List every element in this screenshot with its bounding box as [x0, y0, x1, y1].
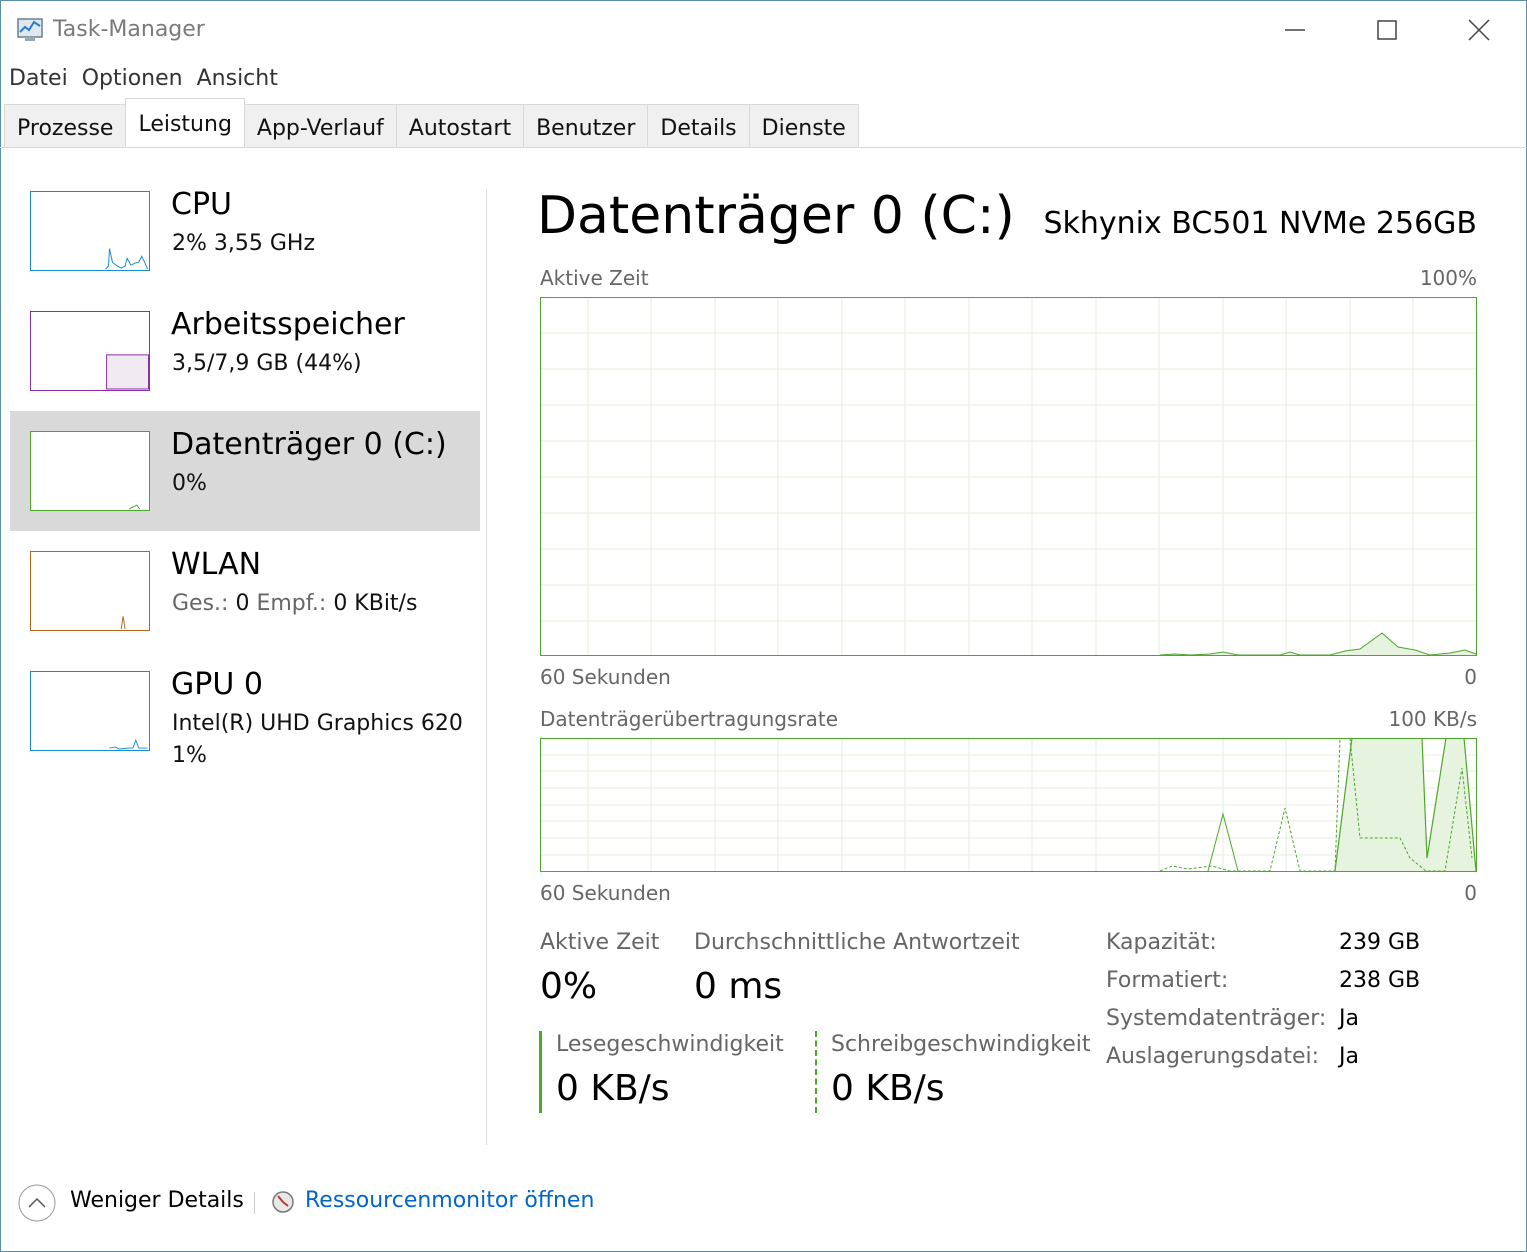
pagefile-value: Ja	[1339, 1044, 1359, 1069]
sidebar-item-value: 2% 3,55 GHz	[172, 231, 316, 256]
write-speed-value: 0 KB/s	[831, 1068, 945, 1109]
capacity-value: 239 GB	[1339, 930, 1421, 955]
memory-thumbnail-graph	[30, 311, 150, 391]
wlan-receive-label: Empf.:	[256, 591, 327, 616]
active-time-label: Aktive Zeit	[540, 930, 660, 955]
less-details-button[interactable]	[18, 1184, 56, 1222]
chart2-zero: 0	[1464, 881, 1477, 905]
pagefile-label: Auslagerungsdatei:	[1106, 1044, 1320, 1069]
chart1-zero: 0	[1464, 665, 1477, 689]
sidebar-item-value: Ges.: 0 Empf.: 0 KBit/s	[172, 591, 417, 616]
system-disk-value: Ja	[1339, 1006, 1359, 1031]
tab-leistung[interactable]: Leistung	[125, 98, 245, 147]
chart2-max: 100 KB/s	[1388, 707, 1477, 731]
page-title: Datenträger 0 (C:)	[537, 186, 1015, 246]
close-button[interactable]	[1433, 1, 1525, 59]
chart1-time-label: 60 Sekunden	[540, 665, 671, 689]
gauge-icon	[272, 1191, 294, 1213]
less-details-label[interactable]: Weniger Details	[70, 1188, 244, 1213]
disk-thumbnail-graph	[30, 431, 150, 511]
tab-app-verlauf[interactable]: App-Verlauf	[243, 104, 397, 147]
wlan-send-value: 0	[235, 591, 250, 616]
gpu-thumbnail-graph	[30, 671, 150, 751]
minimize-icon	[1285, 29, 1305, 31]
sidebar-item-value-2: 1%	[172, 743, 207, 768]
cpu-thumbnail-graph	[30, 191, 150, 271]
transfer-rate-chart	[540, 738, 1477, 872]
response-time-label: Durchschnittliche Antwortzeit	[694, 930, 1020, 955]
close-icon	[1468, 19, 1490, 41]
response-time-value: 0 ms	[694, 966, 783, 1007]
panel-divider	[486, 190, 487, 1145]
sidebar-item-title: Datenträger 0 (C:)	[171, 427, 447, 462]
menu-ansicht[interactable]: Ansicht	[192, 62, 287, 96]
sidebar-item-value: 0%	[172, 471, 207, 496]
wlan-receive-value: 0 KBit/s	[333, 591, 418, 616]
active-time-value: 0%	[540, 966, 598, 1007]
menu-optionen[interactable]: Optionen	[77, 62, 192, 96]
resource-monitor-link[interactable]: Ressourcenmonitor öffnen	[305, 1188, 594, 1213]
footer-divider	[254, 1192, 255, 1214]
tab-bar: Prozesse Leistung App-Verlauf Autostart …	[4, 98, 859, 148]
sidebar-item-cpu[interactable]: CPU 2% 3,55 GHz	[10, 171, 480, 291]
task-manager-icon	[17, 18, 43, 41]
tab-divider	[0, 147, 1527, 148]
capacity-label: Kapazität:	[1106, 930, 1217, 955]
maximize-icon	[1377, 20, 1397, 40]
disk-model: Skhynix BC501 NVMe 256GB	[1043, 206, 1477, 241]
read-speed-label: Lesegeschwindigkeit	[556, 1032, 784, 1057]
wlan-thumbnail-graph	[30, 551, 150, 631]
chart1-label: Aktive Zeit	[540, 266, 649, 290]
tab-dienste[interactable]: Dienste	[748, 104, 859, 147]
chevron-up-icon	[18, 1184, 56, 1222]
sidebar-item-value: 3,5/7,9 GB (44%)	[172, 351, 362, 376]
tab-benutzer[interactable]: Benutzer	[523, 104, 649, 147]
read-speed-indicator	[539, 1031, 542, 1113]
tab-autostart[interactable]: Autostart	[395, 104, 525, 147]
menu-datei[interactable]: Datei	[0, 62, 77, 96]
sidebar-item-gpu[interactable]: GPU 0 Intel(R) UHD Graphics 620 1%	[10, 651, 480, 771]
sidebar-item-title: Arbeitsspeicher	[171, 307, 405, 342]
chart1-max: 100%	[1419, 266, 1477, 290]
sidebar-item-title: GPU 0	[171, 667, 263, 702]
tab-prozesse[interactable]: Prozesse	[4, 104, 127, 147]
resource-monitor-icon[interactable]	[271, 1190, 295, 1214]
sidebar-item-title: CPU	[171, 187, 232, 222]
sidebar-item-datentraeger[interactable]: Datenträger 0 (C:) 0%	[10, 411, 480, 531]
wlan-send-label: Ges.:	[172, 591, 229, 616]
sidebar-item-arbeitsspeicher[interactable]: Arbeitsspeicher 3,5/7,9 GB (44%)	[10, 291, 480, 411]
maximize-button[interactable]	[1341, 1, 1433, 59]
minimize-button[interactable]	[1249, 1, 1341, 59]
active-time-chart	[540, 297, 1477, 656]
system-disk-label: Systemdatenträger:	[1106, 1006, 1327, 1031]
sidebar-item-value: Intel(R) UHD Graphics 620	[172, 711, 463, 736]
title-bar[interactable]: Task-Manager	[1, 1, 1526, 59]
sidebar-item-wlan[interactable]: WLAN Ges.: 0 Empf.: 0 KBit/s	[10, 531, 480, 651]
tab-details[interactable]: Details	[647, 104, 750, 147]
window-title: Task-Manager	[53, 17, 205, 42]
read-speed-value: 0 KB/s	[556, 1068, 670, 1109]
sidebar-item-title: WLAN	[171, 547, 262, 582]
menu-bar: Datei Optionen Ansicht	[0, 62, 287, 96]
write-speed-label: Schreibgeschwindigkeit	[831, 1032, 1091, 1057]
write-speed-indicator	[815, 1031, 817, 1113]
chart2-label: Datenträgerübertragungsrate	[540, 707, 839, 731]
formatted-label: Formatiert:	[1106, 968, 1229, 993]
formatted-value: 238 GB	[1339, 968, 1421, 993]
chart2-time-label: 60 Sekunden	[540, 881, 671, 905]
